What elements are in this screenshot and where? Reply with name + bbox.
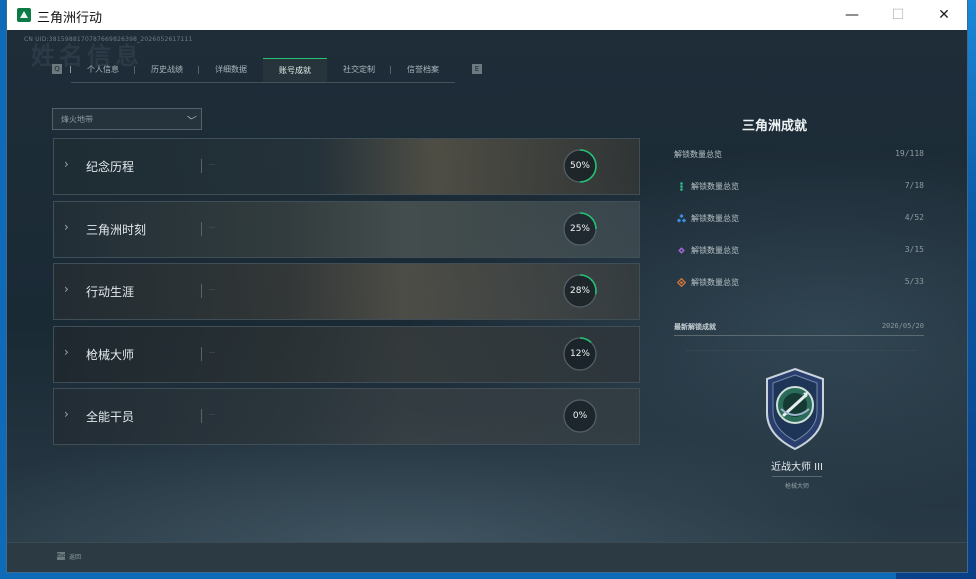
- medal-category: 枪械大师: [784, 483, 809, 490]
- title-bar: 三角洲行动 — ☐ ✕: [7, 0, 967, 30]
- uid-text: CN UID:3815988170787669826398_2026052617…: [24, 36, 193, 43]
- progress-ring: 28%: [562, 273, 598, 309]
- category-note: ···: [209, 350, 215, 357]
- summary-total-row: 解锁数量总览 19/118: [674, 149, 924, 163]
- chevron-right-icon: ›: [64, 220, 69, 234]
- esc-key-icon[interactable]: Esc: [57, 552, 66, 560]
- category-note: ···: [209, 287, 215, 294]
- tier-label: 解锁数量总览: [691, 246, 739, 255]
- tab-details[interactable]: 详细数据: [199, 58, 263, 81]
- divider: [772, 476, 822, 477]
- tab-bar: 个人信息 历史战绩 详细数据 账号成就 社交定制 信誉档案: [71, 58, 455, 83]
- medal-name: 近战大师 III: [770, 462, 824, 473]
- tab-social[interactable]: 社交定制: [327, 58, 391, 81]
- progress-text: 50%: [569, 161, 590, 171]
- bottom-bar: [7, 542, 967, 572]
- tier-row: 解锁数量总览 3/15: [674, 245, 924, 259]
- category-note: ···: [209, 225, 215, 232]
- tier-label: 解锁数量总览: [691, 182, 739, 191]
- category-note: ···: [209, 412, 215, 419]
- close-button[interactable]: ✕: [921, 0, 967, 30]
- minimize-button[interactable]: —: [829, 0, 875, 30]
- progress-ring: 0%: [562, 398, 598, 434]
- tab-personal-info[interactable]: 个人信息: [71, 58, 135, 81]
- mode-dropdown[interactable]: 烽火地带 ﹀: [52, 108, 202, 130]
- tier-value: 5/33: [904, 277, 924, 286]
- progress-ring: 50%: [562, 148, 598, 184]
- purple-diamonds-icon: [678, 247, 685, 254]
- category-label: 全能干员: [86, 410, 135, 424]
- latest-unlock-header: 最新解锁成就 2026/05/20: [674, 320, 924, 336]
- category-card[interactable]: › 枪械大师 ··· 12%: [53, 326, 640, 383]
- chevron-right-icon: ›: [64, 345, 69, 359]
- tier-row: 解锁数量总览 5/33: [674, 277, 924, 291]
- chevron-down-icon: ﹀: [185, 116, 195, 127]
- category-label: 三角洲时刻: [86, 223, 147, 237]
- category-label: 纪念历程: [86, 160, 135, 174]
- tab-next-icon[interactable]: E: [472, 64, 482, 74]
- tier-row: 解锁数量总览 7/18: [674, 181, 924, 195]
- app-window: 三角洲行动 — ☐ ✕ 姓名信息 CN UID:3815988170787669…: [7, 0, 967, 572]
- category-card[interactable]: › 纪念历程 ··· 50%: [53, 138, 640, 195]
- progress-text: 0%: [572, 411, 588, 421]
- tab-reputation[interactable]: 信誉档案: [391, 58, 455, 81]
- tier-value: 3/15: [904, 245, 924, 254]
- tier-value: 7/18: [904, 181, 924, 190]
- category-note: ···: [209, 162, 215, 169]
- category-label: 行动生涯: [86, 285, 135, 299]
- chevron-right-icon: ›: [64, 157, 69, 171]
- tier-row: 解锁数量总览 4/52: [674, 213, 924, 227]
- progress-text: 12%: [569, 349, 590, 359]
- tab-achievements[interactable]: 账号成就: [263, 58, 327, 82]
- progress-ring: 12%: [562, 336, 598, 372]
- latest-unlock-date: 2026/05/20: [881, 322, 924, 330]
- medal-badge-icon[interactable]: [755, 365, 835, 455]
- divider: [687, 350, 917, 352]
- app-logo-icon: [17, 8, 31, 22]
- category-card[interactable]: › 全能干员 ··· 0%: [53, 388, 640, 445]
- window-title: 三角洲行动: [37, 11, 103, 26]
- green-dots-icon: [680, 182, 683, 191]
- summary-title: 三角洲成就: [742, 119, 808, 134]
- progress-text: 28%: [569, 286, 590, 296]
- category-label: 枪械大师: [86, 348, 135, 362]
- progress-text: 25%: [569, 224, 590, 234]
- tier-value: 4/52: [904, 213, 924, 222]
- summary-total-value: 19/118: [895, 149, 924, 158]
- dropdown-value: 烽火地带: [61, 115, 93, 124]
- tab-prev-icon[interactable]: Q: [52, 64, 62, 74]
- progress-ring: 25%: [562, 211, 598, 247]
- latest-unlock-label: 最新解锁成就: [674, 323, 716, 331]
- blue-diamonds-icon: [677, 214, 686, 223]
- back-label[interactable]: 返回: [69, 552, 81, 561]
- tier-label: 解锁数量总览: [691, 278, 739, 287]
- category-card[interactable]: › 三角洲时刻 ··· 25%: [53, 201, 640, 258]
- tier-label: 解锁数量总览: [691, 214, 739, 223]
- tab-history[interactable]: 历史战绩: [135, 58, 199, 81]
- maximize-button[interactable]: ☐: [875, 0, 921, 30]
- chevron-right-icon: ›: [64, 407, 69, 421]
- orange-diamond-icon: [677, 278, 686, 287]
- summary-total-label: 解锁数量总览: [674, 150, 722, 159]
- chevron-right-icon: ›: [64, 282, 69, 296]
- category-card[interactable]: › 行动生涯 ··· 28%: [53, 263, 640, 320]
